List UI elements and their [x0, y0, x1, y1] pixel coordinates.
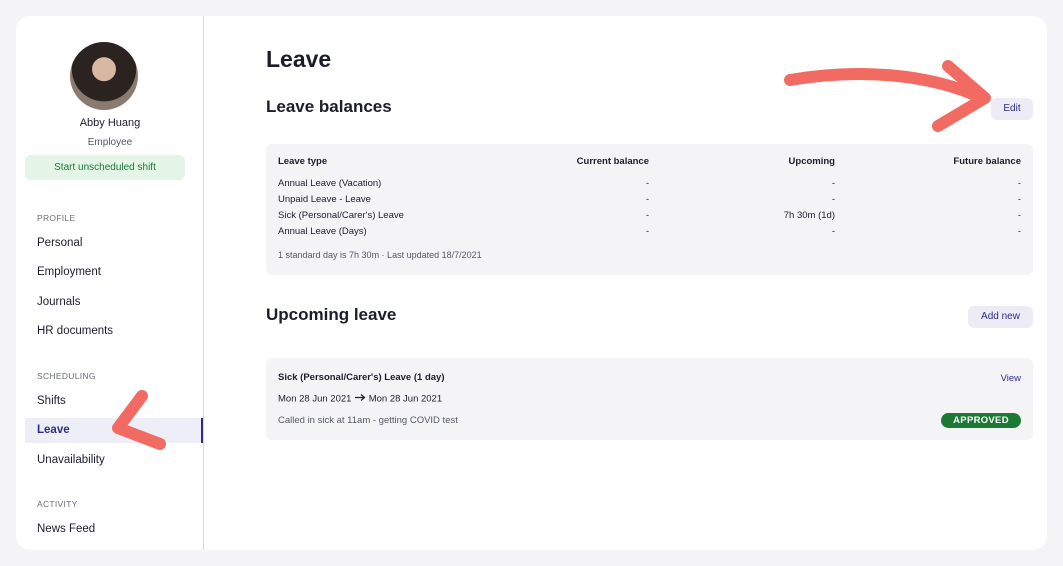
upcoming-leave-heading: Upcoming leave — [266, 305, 397, 324]
view-link[interactable]: View — [1001, 373, 1021, 384]
upcoming-leave-card: Sick (Personal/Carer's) Leave (1 day) Mo… — [266, 358, 1033, 440]
leave-balances-table: Leave type Current balance Upcoming Futu… — [278, 154, 1021, 240]
section-head-profile: PROFILE — [37, 213, 76, 223]
sidebar-item-news-feed[interactable]: News Feed — [25, 517, 203, 542]
col-future-balance: Future balance — [953, 156, 1021, 167]
sidebar-item-unavailability[interactable]: Unavailability — [25, 448, 203, 473]
sidebar-item-shifts[interactable]: Shifts — [25, 389, 203, 414]
section-head-activity: ACTIVITY — [37, 499, 78, 509]
balances-footnote: 1 standard day is 7h 30m · Last updated … — [278, 250, 482, 260]
add-new-button[interactable]: Add new — [968, 306, 1033, 328]
cell-current-balance: - — [645, 194, 649, 205]
table-row: Annual Leave (Vacation) - - - — [278, 176, 1021, 192]
cell-future-balance: - — [1017, 210, 1021, 221]
table-row: Annual Leave (Days) - - - — [278, 224, 1021, 240]
col-current-balance: Current balance — [576, 156, 649, 167]
app-window: Abby Huang Employee Start unscheduled sh… — [16, 16, 1047, 550]
avatar — [70, 42, 138, 110]
user-role: Employee — [87, 137, 133, 148]
sidebar-item-personal[interactable]: Personal — [25, 231, 203, 256]
cell-leave-type: Annual Leave (Days) — [278, 226, 367, 237]
cell-future-balance: - — [1017, 226, 1021, 237]
table-row: Sick (Personal/Carer's) Leave - 7h 30m (… — [278, 208, 1021, 224]
cell-future-balance: - — [1017, 194, 1021, 205]
cell-leave-type: Sick (Personal/Carer's) Leave — [278, 210, 404, 221]
leave-balances-heading: Leave balances — [266, 97, 392, 116]
cell-leave-type: Unpaid Leave - Leave — [278, 194, 371, 205]
cell-upcoming: - — [831, 178, 835, 189]
leave-end-date: Mon 28 Jun 2021 — [368, 393, 443, 405]
sidebar: Abby Huang Employee Start unscheduled sh… — [16, 16, 204, 550]
page-title: Leave — [266, 46, 332, 72]
cell-future-balance: - — [1017, 178, 1021, 189]
cell-upcoming: 7h 30m (1d) — [783, 210, 835, 221]
leave-request-note: Called in sick at 11am - getting COVID t… — [278, 415, 458, 426]
leave-balances-panel: Leave type Current balance Upcoming Futu… — [266, 144, 1033, 275]
main-content: Leave Leave balances Edit Leave type Cur… — [266, 16, 1033, 550]
col-leave-type: Leave type — [278, 156, 328, 167]
arrow-right-icon — [354, 393, 366, 405]
cell-current-balance: - — [645, 178, 649, 189]
cell-current-balance: - — [645, 226, 649, 237]
status-badge: APPROVED — [941, 413, 1021, 428]
leave-start-date: Mon 28 Jun 2021 — [278, 393, 352, 405]
table-row: Unpaid Leave - Leave - - - — [278, 192, 1021, 208]
cell-leave-type: Annual Leave (Vacation) — [278, 178, 382, 189]
leave-request-dates: Mon 28 Jun 2021 Mon 28 Jun 2021 — [278, 393, 442, 405]
sidebar-item-employment[interactable]: Employment — [25, 260, 203, 285]
edit-button[interactable]: Edit — [991, 98, 1033, 120]
sidebar-item-leave[interactable]: Leave — [25, 418, 203, 443]
sidebar-item-journals[interactable]: Journals — [25, 290, 203, 315]
leave-request-title: Sick (Personal/Carer's) Leave (1 day) — [278, 372, 445, 383]
cell-upcoming: - — [831, 226, 835, 237]
section-head-scheduling: SCHEDULING — [37, 371, 96, 381]
cell-current-balance: - — [645, 210, 649, 221]
sidebar-item-hr-documents[interactable]: HR documents — [25, 319, 203, 344]
user-name: Abby Huang — [79, 117, 141, 129]
cell-upcoming: - — [831, 194, 835, 205]
col-upcoming: Upcoming — [788, 156, 835, 167]
start-unscheduled-shift-button[interactable]: Start unscheduled shift — [25, 155, 185, 180]
table-header: Leave type Current balance Upcoming Futu… — [278, 154, 1021, 176]
